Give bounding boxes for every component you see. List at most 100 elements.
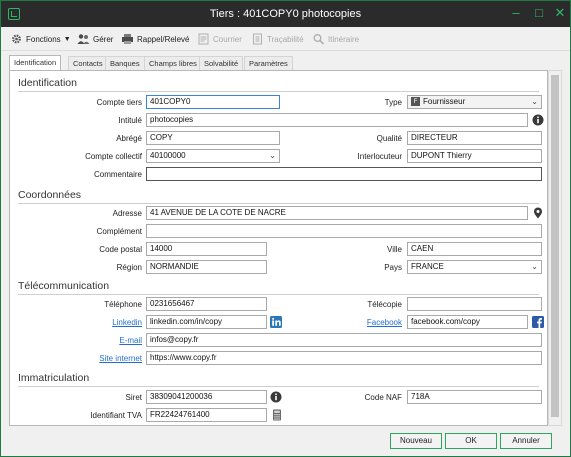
linkedin-link[interactable]: Linkedin <box>112 318 142 327</box>
code-postal-label: Code postal <box>99 245 142 254</box>
window-title: Tiers : 401COPY0 photocopies <box>209 8 362 20</box>
gerer-label: Gérer <box>93 34 114 44</box>
nouveau-button[interactable]: Nouveau <box>390 433 442 449</box>
courrier-label: Courrier <box>213 34 242 44</box>
abrege-label: Abrégé <box>116 134 142 143</box>
site-internet-field[interactable]: https://www.copy.fr <box>146 351 542 365</box>
tab-solvabilite[interactable]: Solvabilité <box>199 56 244 70</box>
chevron-down-icon: ⌄ <box>531 97 538 106</box>
tracabilite-label: Traçabilité <box>267 34 304 44</box>
linkedin-icon[interactable] <box>270 316 282 328</box>
abrege-field[interactable]: COPY <box>146 131 280 145</box>
region-field[interactable]: NORMANDIE <box>146 260 267 274</box>
rappel-releve-button[interactable]: Rappel/Relevé <box>121 31 189 47</box>
tiers-window: Tiers : 401COPY0 photocopies – □ ✕ Fonct… <box>0 0 571 457</box>
section-coordonnees-title: Coordonnées <box>18 189 82 201</box>
interlocuteur-label: Interlocuteur <box>357 152 402 161</box>
interlocuteur-field[interactable]: DUPONT Thierry <box>407 149 542 163</box>
section-divider <box>18 386 539 387</box>
tab-contacts[interactable]: Contacts <box>68 56 108 70</box>
identifiant-tva-label: Identifiant TVA <box>90 411 142 420</box>
section-divider <box>18 91 539 92</box>
vertical-scrollbar[interactable] <box>548 70 562 426</box>
adresse-field[interactable]: 41 AVENUE DE LA COTE DE NACRE <box>146 206 528 220</box>
tab-parametres[interactable]: Paramètres <box>244 56 293 70</box>
section-divider <box>18 203 539 204</box>
email-field[interactable]: infos@copy.fr <box>146 333 542 347</box>
gerer-button[interactable]: Gérer <box>77 31 113 47</box>
email-link[interactable]: E-mail <box>119 336 142 345</box>
pays-value: FRANCE <box>411 262 444 271</box>
tab-champs-libres[interactable]: Champs libres <box>144 56 202 70</box>
close-icon[interactable]: ✕ <box>553 6 567 20</box>
pays-select[interactable]: FRANCE ⌄ <box>407 260 542 274</box>
chevron-down-icon: ⌄ <box>531 262 538 271</box>
toolbar: Fonctions ▼ Gérer Rappel/Relevé Courrier… <box>1 27 570 51</box>
compte-collectif-label: Compte collectif <box>85 152 142 161</box>
title-bar: Tiers : 401COPY0 photocopies – □ ✕ <box>1 1 570 27</box>
search-icon <box>313 34 325 45</box>
fonctions-menu-button[interactable]: Fonctions ▼ <box>10 31 71 47</box>
telecopie-field[interactable] <box>407 297 542 311</box>
chevron-down-icon: ⌄ <box>269 151 276 160</box>
letter-icon <box>198 33 209 45</box>
intitule-field[interactable]: photocopies <box>146 113 528 127</box>
identification-panel: Identification Compte tiers 401COPY0 Typ… <box>9 70 548 426</box>
section-divider <box>18 294 539 295</box>
commentaire-field[interactable] <box>146 167 542 181</box>
facebook-icon[interactable] <box>532 316 544 328</box>
pays-label: Pays <box>384 263 402 272</box>
compte-tiers-label: Compte tiers <box>96 98 142 107</box>
adresse-label: Adresse <box>112 209 142 218</box>
ok-button[interactable]: OK <box>445 433 497 449</box>
fonctions-label: Fonctions <box>26 34 61 44</box>
rappel-releve-label: Rappel/Relevé <box>137 34 190 44</box>
gear-icon <box>12 34 21 44</box>
site-internet-link[interactable]: Site internet <box>99 354 142 363</box>
minimize-icon[interactable]: – <box>509 6 523 20</box>
telephone-field[interactable]: 0231656467 <box>146 297 267 311</box>
section-telecommunication-title: Télécommunication <box>18 280 110 292</box>
complement-label: Complément <box>96 227 142 236</box>
scrollbar-thumb[interactable] <box>551 75 559 417</box>
type-select[interactable]: F Fournisseur ⌄ <box>407 95 542 109</box>
users-icon <box>77 34 90 44</box>
telecopie-label: Télécopie <box>367 300 402 309</box>
code-postal-field[interactable]: 14000 <box>146 242 267 256</box>
facebook-link[interactable]: Facebook <box>367 318 402 327</box>
tab-identification[interactable]: Identification <box>9 55 62 71</box>
code-naf-field[interactable]: 718A <box>407 390 542 404</box>
type-label: Type <box>384 98 402 107</box>
section-immatriculation-title: Immatriculation <box>18 372 90 384</box>
siret-field[interactable]: 38309041200036 <box>146 390 267 404</box>
printer-icon <box>122 34 133 44</box>
map-pin-icon[interactable] <box>532 207 544 219</box>
doc-icon <box>253 33 262 45</box>
type-value: Fournisseur <box>423 97 466 106</box>
ville-field[interactable]: CAEN <box>407 242 542 256</box>
section-identification-title: Identification <box>18 77 77 89</box>
qualite-field[interactable]: DIRECTEUR <box>407 131 542 145</box>
chevron-down-icon: ▼ <box>63 35 71 43</box>
maximize-icon[interactable]: □ <box>532 6 546 20</box>
itineraire-button[interactable]: Itinéraire <box>312 31 359 47</box>
info-icon[interactable] <box>532 114 544 126</box>
commentaire-label: Commentaire <box>93 170 142 179</box>
facebook-field[interactable]: facebook.com/copy <box>407 315 528 329</box>
siret-label: Siret <box>125 393 142 402</box>
telephone-label: Téléphone <box>104 300 142 309</box>
compte-tiers-field[interactable]: 401COPY0 <box>146 95 280 109</box>
tab-banques[interactable]: Banques <box>105 56 145 70</box>
linkedin-field[interactable]: linkedin.com/in/copy <box>146 315 267 329</box>
tracabilite-button[interactable]: Traçabilité <box>251 31 304 47</box>
courrier-button[interactable]: Courrier <box>197 31 242 47</box>
compte-collectif-select[interactable]: 40100000 ⌄ <box>146 149 280 163</box>
complement-field[interactable] <box>146 224 542 238</box>
calculator-icon[interactable] <box>271 409 283 421</box>
qualite-label: Qualité <box>376 134 402 143</box>
identifiant-tva-field[interactable]: FR22424761400 <box>146 408 267 422</box>
compte-collectif-value: 40100000 <box>150 151 186 160</box>
fournisseur-badge: F <box>411 97 420 107</box>
info-icon[interactable] <box>270 391 282 403</box>
annuler-button[interactable]: Annuler <box>500 433 552 449</box>
